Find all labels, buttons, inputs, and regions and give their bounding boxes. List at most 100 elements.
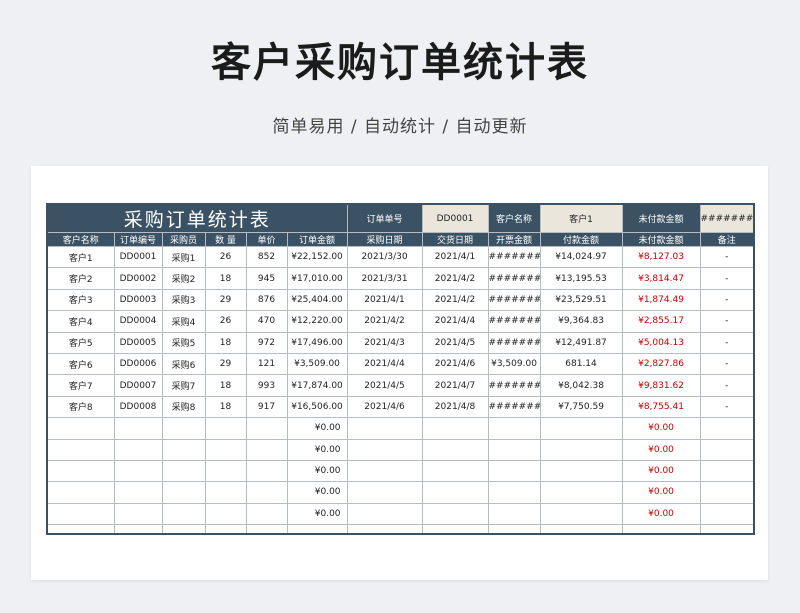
table-cell[interactable] [245,417,288,440]
table-cell[interactable] [46,438,115,461]
table-cell[interactable] [161,502,206,526]
table-cell[interactable]: 18 [204,331,247,354]
table-cell[interactable]: - [699,395,755,419]
table-cell[interactable] [204,438,247,461]
table-cell[interactable]: ¥8,042.38 [539,374,623,397]
table-cell[interactable] [421,459,489,483]
table-cell[interactable] [113,417,163,440]
table-cell[interactable]: 2021/4/5 [421,331,489,354]
table-cell[interactable]: 客户6 [46,352,115,376]
table-cell[interactable] [699,417,755,440]
table-cell[interactable]: - [699,331,755,354]
table-cell[interactable]: 29 [204,352,247,376]
table-cell[interactable]: ¥25,404.00 [286,288,348,312]
table-cell[interactable]: ¥0.00 [286,438,348,461]
table-cell[interactable]: 2021/4/2 [346,310,423,333]
table-cell[interactable]: 2021/4/2 [421,267,489,290]
table-cell[interactable]: 客户8 [46,395,115,419]
table-cell[interactable]: ¥16,506.00 [286,395,348,419]
table-cell[interactable]: 26 [204,245,247,269]
table-cell[interactable] [161,481,206,504]
table-cell[interactable]: ######### [487,331,541,354]
table-cell[interactable]: 876 [245,288,288,312]
table-cell[interactable] [487,459,541,483]
table-cell[interactable]: ¥17,874.00 [286,374,348,397]
table-cell[interactable]: 2021/3/30 [346,245,423,269]
table-cell[interactable]: ######### [487,310,541,333]
table-cell[interactable] [421,417,489,440]
table-cell[interactable]: 972 [245,331,288,354]
table-cell[interactable] [346,481,423,504]
table-cell[interactable]: 2021/4/4 [346,352,423,376]
table-cell[interactable]: 采购5 [161,331,206,354]
table-cell[interactable]: ¥1,874.49 [621,288,701,312]
table-cell[interactable]: ¥12,491.87 [539,331,623,354]
table-cell[interactable]: ¥3,509.00 [487,352,541,376]
table-cell[interactable] [46,417,115,440]
table-cell[interactable] [539,417,623,440]
table-cell[interactable] [346,417,423,440]
table-cell[interactable]: ¥17,010.00 [286,267,348,290]
table-cell[interactable] [161,417,206,440]
table-cell[interactable]: 18 [204,395,247,419]
table-cell[interactable]: 客户3 [46,288,115,312]
table-cell[interactable] [204,481,247,504]
table-cell[interactable] [113,502,163,526]
table-cell[interactable]: ¥2,827.86 [621,352,701,376]
table-cell[interactable]: 2021/4/6 [346,395,423,419]
table-cell[interactable]: 2021/4/1 [346,288,423,312]
table-cell[interactable] [539,502,623,526]
table-cell[interactable]: ¥13,195.53 [539,267,623,290]
table-cell[interactable] [346,502,423,526]
table-cell[interactable]: 18 [204,267,247,290]
table-cell[interactable]: ######### [487,245,541,269]
order-no-value[interactable]: DD0001 [421,203,489,233]
table-cell[interactable] [699,481,755,504]
table-cell[interactable]: ¥3,814.47 [621,267,701,290]
table-cell[interactable]: 26 [204,310,247,333]
table-cell[interactable]: 2021/4/6 [421,352,489,376]
table-cell[interactable] [699,502,755,526]
table-cell[interactable]: ¥7,750.59 [539,395,623,419]
table-cell[interactable]: ¥0.00 [621,417,701,440]
table-cell[interactable]: 681.14 [539,352,623,376]
table-cell[interactable] [245,502,288,526]
table-cell[interactable]: ¥17,496.00 [286,331,348,354]
table-cell[interactable]: ¥22,152.00 [286,245,348,269]
table-cell[interactable]: ¥0.00 [621,438,701,461]
table-cell[interactable] [46,502,115,526]
table-cell[interactable] [421,502,489,526]
table-cell[interactable] [204,417,247,440]
table-cell[interactable]: DD0002 [113,267,163,290]
table-cell[interactable]: 客户2 [46,267,115,290]
table-cell[interactable]: ¥12,220.00 [286,310,348,333]
table-cell[interactable]: 917 [245,395,288,419]
table-cell[interactable]: 852 [245,245,288,269]
table-cell[interactable]: 采购4 [161,310,206,333]
table-cell[interactable]: 采购7 [161,374,206,397]
table-cell[interactable]: 采购1 [161,245,206,269]
table-cell[interactable] [113,481,163,504]
table-cell[interactable]: - [699,374,755,397]
table-cell[interactable]: 2021/3/31 [346,267,423,290]
table-cell[interactable]: DD0003 [113,288,163,312]
unpaid-value[interactable]: ######### [699,203,755,233]
table-cell[interactable] [245,438,288,461]
table-cell[interactable] [346,438,423,461]
table-cell[interactable]: - [699,267,755,290]
table-cell[interactable]: ¥23,529.51 [539,288,623,312]
table-cell[interactable] [204,502,247,526]
table-cell[interactable]: 2021/4/5 [346,374,423,397]
table-cell[interactable] [204,459,247,483]
table-cell[interactable] [539,459,623,483]
table-cell[interactable] [487,481,541,504]
table-cell[interactable]: ######### [487,374,541,397]
table-cell[interactable]: DD0005 [113,331,163,354]
table-cell[interactable]: ¥5,004.13 [621,331,701,354]
table-cell[interactable]: 29 [204,288,247,312]
table-cell[interactable] [46,459,115,483]
table-cell[interactable]: 2021/4/3 [346,331,423,354]
table-cell[interactable]: ¥0.00 [621,502,701,526]
table-cell[interactable]: 客户5 [46,331,115,354]
table-cell[interactable]: 945 [245,267,288,290]
